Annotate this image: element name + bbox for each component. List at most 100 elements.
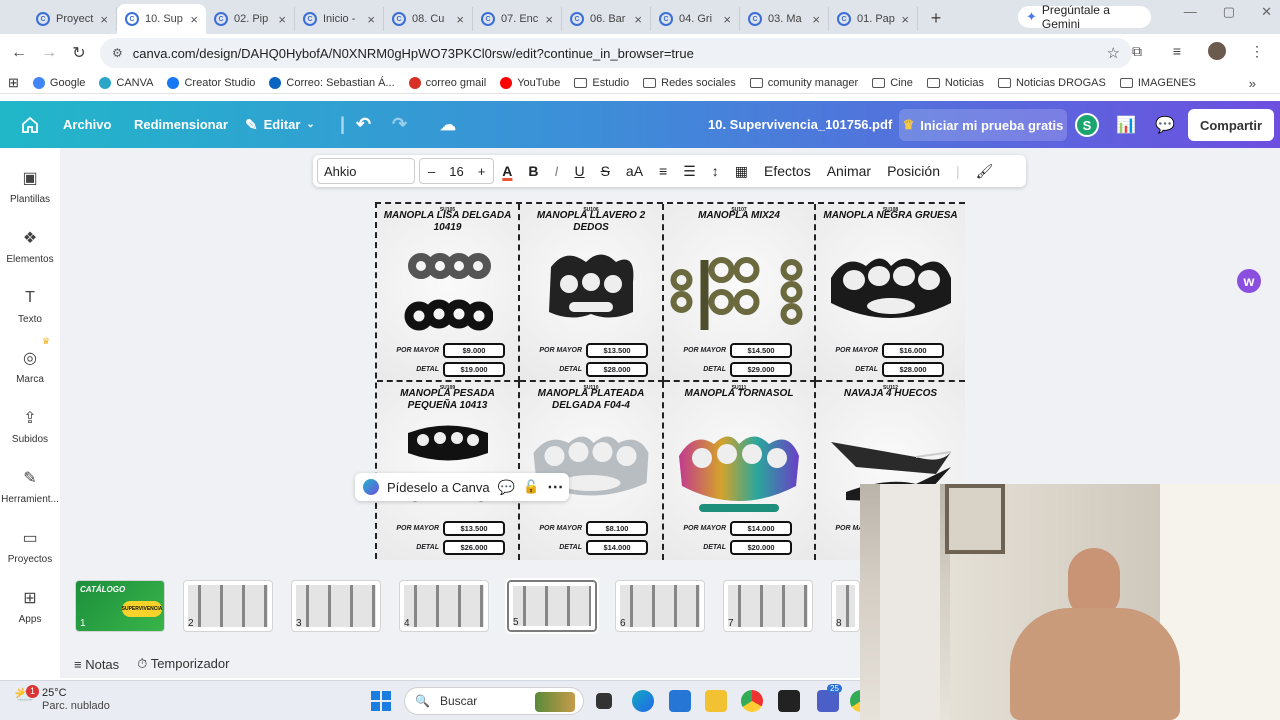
font-size-increase[interactable]: + xyxy=(478,164,486,179)
close-tab-icon[interactable]: × xyxy=(901,12,909,27)
product-card[interactable]: SU107 MANOPLA MIX24 POR MAYOR $14.500 DETAL $… xyxy=(664,204,816,382)
wholesale-price[interactable]: $14.500 xyxy=(730,342,792,358)
paint-format-icon[interactable]: 🖌 xyxy=(968,163,1002,180)
product-title[interactable]: MANOPLA PESADA PEQUEÑA 10413 xyxy=(381,388,514,412)
resize-menu[interactable]: Redimensionar xyxy=(134,101,228,148)
windows-start-icon[interactable] xyxy=(371,691,391,711)
taskbar-search[interactable]: 🔍 Buscar xyxy=(404,687,584,715)
sidebar-item[interactable]: ◎ Marca xyxy=(0,348,60,385)
sidebar-item[interactable]: ⇪ Subidos xyxy=(0,408,60,445)
bookmark-star-icon[interactable]: ☆ xyxy=(1107,44,1120,62)
file-explorer-icon[interactable] xyxy=(705,690,727,712)
wholesale-price[interactable]: $13.500 xyxy=(586,342,648,358)
bookmark-item[interactable]: Noticias xyxy=(926,77,984,89)
notes-button[interactable]: ≡ Notas xyxy=(74,657,119,672)
retail-price[interactable]: $20.000 xyxy=(730,539,792,555)
chrome-icon[interactable] xyxy=(741,690,763,712)
product-card[interactable]: SU106 MANOPLA LLAVERO 2 DEDOS POR MAYOR $13… xyxy=(520,204,664,382)
add-comment-icon[interactable]: 💬 xyxy=(498,479,515,496)
extension-float-icon[interactable]: w xyxy=(1237,269,1261,293)
browser-tab[interactable]: C 08. Cu × xyxy=(384,7,473,31)
apps-grid-icon[interactable]: ⊞ xyxy=(8,75,19,91)
wholesale-price[interactable]: $14.000 xyxy=(730,520,792,536)
underline-icon[interactable]: U xyxy=(566,163,592,179)
wholesale-price[interactable]: $13.500 xyxy=(443,520,505,536)
sidebar-item[interactable]: T Texto xyxy=(0,288,60,325)
close-tab-icon[interactable]: × xyxy=(545,12,553,27)
cloud-saved-icon[interactable]: ☁ xyxy=(440,101,456,148)
comments-icon[interactable]: 💬 xyxy=(1155,101,1175,148)
transparency-icon[interactable]: ▦ xyxy=(727,163,756,180)
notes-app-icon[interactable] xyxy=(778,690,800,712)
bookmark-item[interactable]: comunity manager xyxy=(749,77,858,89)
close-tab-icon[interactable]: × xyxy=(100,12,108,27)
trial-button[interactable]: ♛ Iniciar mi prueba gratis xyxy=(899,109,1067,141)
text-color-icon[interactable]: A xyxy=(494,163,520,179)
wholesale-price[interactable]: $16.000 xyxy=(882,342,944,358)
product-card[interactable]: SU111 MANOPLA TORNASOL POR MAYOR $14.000 DET… xyxy=(664,382,816,560)
more-options-icon[interactable]: ⋯ xyxy=(547,477,563,497)
browser-tab[interactable]: C 07. Enc × xyxy=(473,7,562,31)
page-thumbnail[interactable]: CATÁLOGO SUPERVIVENCIA 1 xyxy=(75,580,165,632)
edit-menu[interactable]: ✎ Editar ⌄ xyxy=(245,101,315,148)
bookmark-item[interactable]: correo gmail xyxy=(408,76,486,89)
font-selector[interactable]: Ahkio xyxy=(317,158,415,184)
reload-icon[interactable]: ↻ xyxy=(64,38,94,68)
document-title[interactable]: 10. Supervivencia_101756.pdf xyxy=(708,101,892,148)
user-avatar[interactable]: S xyxy=(1075,113,1099,137)
bookmark-item[interactable]: Google xyxy=(32,76,85,89)
sidebar-item[interactable]: ❖ Elementos xyxy=(0,228,60,265)
close-tab-icon[interactable]: × xyxy=(723,12,731,27)
page-thumbnail[interactable]: 7 xyxy=(723,580,813,632)
product-card[interactable]: SU108 MANOPLA NEGRA GRUESA POR MAYOR $16.00… xyxy=(816,204,965,382)
browser-tab[interactable]: C 03. Ma × xyxy=(740,7,829,31)
sidebar-item[interactable]: ✎ Herramient... xyxy=(0,468,60,505)
bookmark-item[interactable]: IMAGENES xyxy=(1119,77,1196,89)
weather-widget[interactable]: ⛅ 1 25°C Parc. nublado xyxy=(14,685,110,713)
product-title[interactable]: MANOPLA LISA DELGADA 10419 xyxy=(381,210,514,234)
close-tab-icon[interactable]: × xyxy=(812,12,820,27)
page-thumbnail[interactable]: 6 xyxy=(615,580,705,632)
browser-tab[interactable]: C 10. Sup × xyxy=(117,4,206,34)
bookmark-item[interactable]: Correo: Sebastian Á... xyxy=(269,76,395,89)
retail-price[interactable]: $19.000 xyxy=(443,361,505,377)
wholesale-price[interactable]: $8.100 xyxy=(586,520,648,536)
retail-price[interactable]: $26.000 xyxy=(443,539,505,555)
browser-tab[interactable]: C Proyect × xyxy=(28,7,117,31)
page-thumbnail[interactable]: 3 xyxy=(291,580,381,632)
close-tab-icon[interactable]: × xyxy=(278,12,286,27)
page-thumbnail[interactable]: 4 xyxy=(399,580,489,632)
lock-icon[interactable]: 🔓 xyxy=(523,479,539,495)
file-menu[interactable]: Archivo xyxy=(63,101,111,148)
product-card[interactable]: SU109 MANOPLA PESADA PEQUEÑA 10413 POR MAY… xyxy=(377,382,520,560)
bookmark-item[interactable]: Noticias DROGAS xyxy=(997,77,1106,89)
timer-button[interactable]: ⏱ Temporizador xyxy=(137,656,229,672)
close-tab-icon[interactable]: × xyxy=(456,12,464,27)
font-size-decrease[interactable]: – xyxy=(428,164,435,179)
position-button[interactable]: Posición xyxy=(879,163,948,179)
browser-tab[interactable]: C 01. Pap × xyxy=(829,7,918,31)
close-tab-icon[interactable]: × xyxy=(367,12,375,27)
bold-icon[interactable]: B xyxy=(520,163,546,179)
share-button[interactable]: Compartir xyxy=(1188,109,1274,141)
product-title[interactable]: MANOPLA LLAVERO 2 DEDOS xyxy=(524,210,658,234)
extensions-icon[interactable]: ⧉ xyxy=(1124,38,1150,64)
bookmark-item[interactable]: Cine xyxy=(872,77,913,89)
case-icon[interactable]: aA xyxy=(618,163,651,179)
browser-menu-icon[interactable]: ⋮ xyxy=(1244,38,1270,64)
bookmark-item[interactable]: Estudio xyxy=(574,77,629,89)
browser-tab[interactable]: C 04. Gri × xyxy=(651,7,740,31)
product-title[interactable]: MANOPLA NEGRA GRUESA xyxy=(820,210,961,222)
bookmark-item[interactable]: YouTube xyxy=(500,76,560,89)
font-size-value[interactable]: 16 xyxy=(449,164,463,179)
browser-tab[interactable]: C 02. Pip × xyxy=(206,7,295,31)
browser-tab[interactable]: C 06. Bar × xyxy=(562,7,651,31)
close-tab-icon[interactable]: × xyxy=(190,12,198,27)
retail-price[interactable]: $28.000 xyxy=(586,361,648,377)
product-title[interactable]: NAVAJA 4 HUECOS xyxy=(820,388,961,400)
list-icon[interactable]: ☰ xyxy=(675,163,704,180)
ask-canva-button[interactable]: Pídeselo a Canva xyxy=(387,480,490,495)
media-control-icon[interactable]: ≡ xyxy=(1164,38,1190,64)
sidebar-item[interactable]: ▣ Plantillas xyxy=(0,168,60,205)
product-card[interactable]: SU110 MANOPLA PLATEADA DELGADA F04-4 POR M… xyxy=(520,382,664,560)
